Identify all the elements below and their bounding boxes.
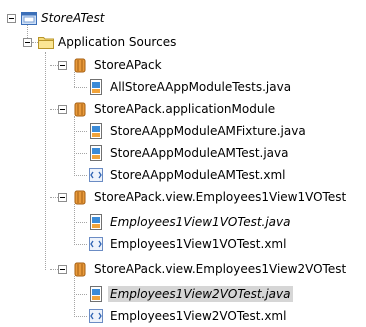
collapse-toggle[interactable] xyxy=(58,105,67,114)
package-icon xyxy=(74,262,86,277)
tree-node-label: Employees1View1VOTest.java xyxy=(110,215,291,229)
tree-node-file[interactable]: AllStoreAAppModuleTests.java xyxy=(0,78,366,98)
tree-node-label: StoreAPack.applicationModule xyxy=(94,102,276,116)
tree-node-package[interactable]: StoreAPack.view.Employees1View1VOTest xyxy=(0,188,366,208)
java-test-file-icon xyxy=(90,286,102,302)
collapse-toggle[interactable] xyxy=(58,193,67,202)
folder-icon xyxy=(38,37,54,49)
package-icon xyxy=(74,190,86,205)
java-test-file-icon xyxy=(90,145,102,161)
xml-file-icon xyxy=(89,237,103,251)
tree-node-file[interactable]: StoreAAppModuleAMTest.java xyxy=(0,144,366,164)
tree-node-file[interactable]: Employees1View1VOTest.xml xyxy=(0,235,366,255)
tree-node-label: AllStoreAAppModuleTests.java xyxy=(110,80,292,94)
tree-node-storeatest[interactable]: StoreATest xyxy=(0,8,366,28)
tree-node-package[interactable]: StoreAPack.applicationModule xyxy=(0,100,366,120)
tree-node-label: StoreATest xyxy=(41,11,105,25)
project-folder-icon xyxy=(21,12,37,25)
collapse-toggle[interactable] xyxy=(7,14,16,23)
tree-node-file[interactable]: StoreAAppModuleAMTest.xml xyxy=(0,166,366,186)
java-test-file-icon xyxy=(90,214,102,230)
tree-node-label: StoreAPack xyxy=(94,58,162,72)
package-icon xyxy=(74,58,86,73)
tree-node-label: Employees1View1VOTest.xml xyxy=(110,237,287,251)
collapse-toggle[interactable] xyxy=(58,265,67,274)
tree-node-label: StoreAAppModuleAMFixture.java xyxy=(110,124,306,138)
collapse-toggle[interactable] xyxy=(58,61,67,70)
tree-node-label: Application Sources xyxy=(58,35,177,49)
java-test-file-icon xyxy=(90,79,102,95)
tree-node-file[interactable]: Employees1View1VOTest.java xyxy=(0,213,366,233)
tree-node-label: StoreAPack.view.Employees1View1VOTest xyxy=(94,190,347,204)
tree-node-package[interactable]: StoreAPack xyxy=(0,56,366,76)
java-test-file-icon xyxy=(90,123,102,139)
tree-node-label: Employees1View2VOTest.xml xyxy=(110,309,287,323)
tree-node-label: StoreAAppModuleAMTest.java xyxy=(110,146,289,160)
tree-node-label: Employees1View2VOTest.java xyxy=(108,286,293,302)
tree-node-file[interactable]: Employees1View2VOTest.xml xyxy=(0,307,366,327)
xml-file-icon xyxy=(89,168,103,182)
tree-node-label: StoreAPack.view.Employees1View2VOTest xyxy=(94,262,347,276)
tree-node-label: StoreAAppModuleAMTest.xml xyxy=(110,168,286,182)
package-icon xyxy=(74,102,86,117)
tree-node-application-sources[interactable]: Application Sources xyxy=(0,34,366,54)
tree-node-file-selected[interactable]: Employees1View2VOTest.java xyxy=(0,285,366,305)
project-tree: StoreATest Application Sources StoreAPac… xyxy=(0,0,366,324)
tree-node-file[interactable]: StoreAAppModuleAMFixture.java xyxy=(0,122,366,142)
collapse-toggle[interactable] xyxy=(23,38,32,47)
xml-file-icon xyxy=(89,309,103,323)
tree-node-package[interactable]: StoreAPack.view.Employees1View2VOTest xyxy=(0,260,366,280)
